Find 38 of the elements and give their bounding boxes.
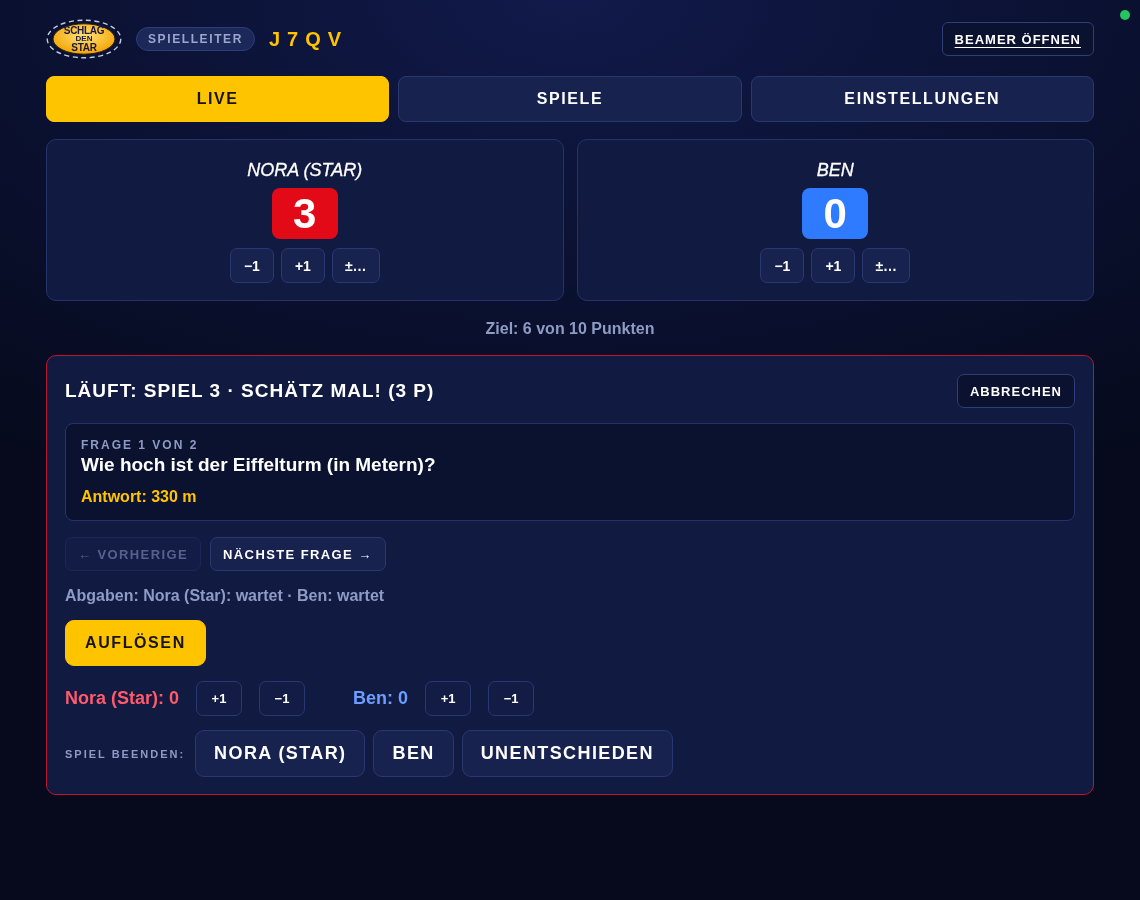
score-adjust-button[interactable]: +1 [811,248,856,283]
player-name: BEN [816,159,854,181]
winner-button[interactable]: UNENTSCHIEDEN [461,730,673,777]
submission-status: Abgaben: Nora (Star): wartet · Ben: wartet [65,586,385,606]
reveal-button[interactable]: AUFLÖSEN [65,620,206,666]
round-score: Nora (Star): 0 [65,688,180,709]
score-adjust-button[interactable]: ±… [331,248,380,283]
cancel-button[interactable]: ABBRECHEN [956,374,1075,408]
next-button[interactable]: NÄCHSTE FRAGE → [210,537,386,571]
winner-button[interactable]: BEN [373,730,454,777]
score-display: 0 [802,188,869,239]
goal-text: Ziel: 6 von 10 Punkten [485,319,655,339]
point-adjust-button[interactable]: +1 [425,681,472,716]
logo-text: SCHLAG [63,26,105,35]
tab[interactable]: LIVE [46,76,390,122]
role-badge: SPIELLEITER [136,27,255,51]
answer-text: Antwort: 330 m [81,487,197,507]
logo-text: DEN [75,35,93,43]
beamer-button[interactable]: BEAMER ÖFFNEN [941,22,1094,56]
room-code: J7QV [268,27,349,51]
point-adjust-button[interactable]: +1 [196,681,243,716]
question-text: Wie hoch ist der Eiffelturm (in Metern)? [81,453,436,477]
logo-text: STAR [71,43,97,52]
score-adjust-button[interactable]: −1 [229,248,274,283]
score-adjust-button[interactable]: +1 [280,248,325,283]
winner-button[interactable]: NORA (STAR) [195,730,366,777]
point-adjust-button[interactable]: −1 [259,681,306,716]
score-adjust-button[interactable]: −1 [760,248,805,283]
score-display: 3 [271,188,338,239]
point-adjust-button[interactable]: −1 [488,681,535,716]
tab[interactable]: SPIELE [398,76,742,122]
player-name: NORA (STAR) [247,159,363,181]
game-title: LÄUFT: SPIEL 3 · SCHÄTZ MAL! (3 P) [65,380,435,402]
tab[interactable]: EINSTELLUNGEN [750,76,1094,122]
end-game-label: SPIEL BEENDEN: [65,747,186,760]
question-counter: FRAGE 1 VON 2 [81,437,199,453]
round-score: Ben: 0 [353,688,409,709]
score-adjust-button[interactable]: ±… [862,248,911,283]
